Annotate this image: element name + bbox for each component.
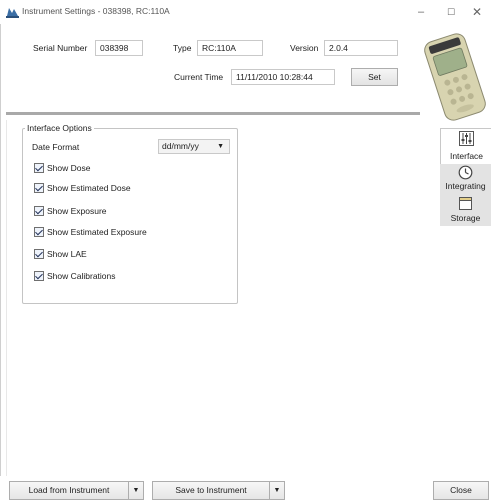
load-options-dropdown[interactable]: ▼ — [128, 481, 144, 500]
chevron-down-icon: ▼ — [217, 143, 224, 150]
current-time-field[interactable]: 11/11/2010 10:28:44 — [231, 69, 335, 85]
type-field[interactable]: RC:110A — [197, 40, 263, 56]
maximize-button[interactable]: ☐ — [440, 3, 462, 21]
checkbox-checked-icon[interactable] — [34, 249, 44, 259]
checkbox-checked-icon[interactable] — [34, 206, 44, 216]
checkbox-checked-icon[interactable] — [34, 183, 44, 193]
minimize-button[interactable]: – — [410, 3, 432, 21]
checkbox-label: Show LAE — [47, 249, 87, 259]
version-label: Version — [290, 43, 319, 53]
date-format-value: dd/mm/yy — [162, 141, 199, 151]
type-label: Type — [173, 43, 192, 53]
clock-icon — [458, 165, 473, 180]
content-border — [6, 120, 7, 476]
version-field[interactable]: 2.0.4 — [324, 40, 398, 56]
date-format-dropdown[interactable]: dd/mm/yy ▼ — [158, 139, 230, 154]
header-divider — [6, 112, 420, 115]
checkbox-checked-icon[interactable] — [34, 163, 44, 173]
tab-integrating[interactable]: Integrating — [440, 164, 491, 194]
checkbox-label: Show Dose — [47, 163, 91, 173]
checkbox-label: Show Exposure — [47, 206, 107, 216]
checkbox-label: Show Calibrations — [47, 271, 116, 281]
close-button[interactable]: Close — [433, 481, 489, 500]
checkbox-checked-icon[interactable] — [34, 271, 44, 281]
load-from-instrument-button[interactable]: Load from Instrument — [9, 481, 129, 500]
checkbox-label: Show Estimated Exposure — [47, 227, 147, 237]
tab-storage-label: Storage — [450, 213, 481, 223]
checkbox-checked-icon[interactable] — [34, 227, 44, 237]
tab-interface[interactable]: Interface — [440, 128, 491, 165]
serial-number-field[interactable]: 038398 — [95, 40, 143, 56]
current-time-label: Current Time — [174, 72, 224, 82]
chevron-down-icon: ▼ — [273, 487, 281, 494]
window-title: Instrument Settings - 038398, RC:110A — [22, 6, 170, 16]
tab-interface-label: Interface — [449, 151, 484, 161]
interface-options-title: Interface Options — [25, 123, 94, 133]
set-time-button[interactable]: Set — [351, 68, 398, 86]
interface-sliders-icon — [459, 131, 474, 146]
close-window-button[interactable]: ✕ — [466, 3, 488, 21]
storage-card-icon — [458, 196, 473, 211]
checkbox-label: Show Estimated Dose — [47, 183, 131, 193]
instrument-image — [422, 30, 488, 124]
serial-number-label: Serial Number — [33, 43, 88, 53]
save-options-dropdown[interactable]: ▼ — [269, 481, 285, 500]
tab-integrating-label: Integrating — [445, 181, 486, 191]
title-bar: Instrument Settings - 038398, RC:110A – … — [0, 0, 491, 24]
date-format-label: Date Format — [32, 142, 80, 152]
window-border — [0, 24, 1, 502]
save-to-instrument-button[interactable]: Save to Instrument — [152, 481, 270, 500]
chevron-down-icon: ▼ — [132, 487, 140, 494]
settings-tabs: Interface Integrating Storage — [440, 128, 491, 226]
app-icon — [6, 6, 19, 18]
tab-storage[interactable]: Storage — [440, 194, 491, 226]
